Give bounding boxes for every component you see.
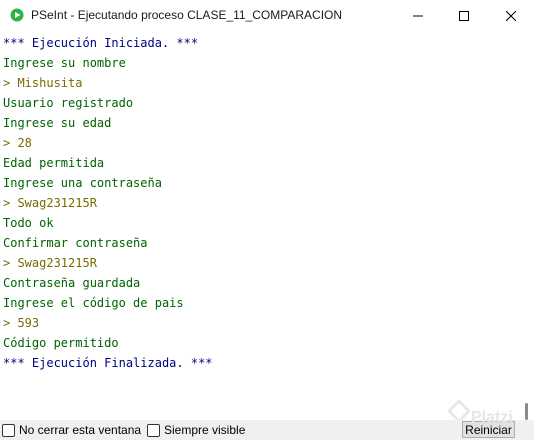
vertical-scrollbar[interactable] (519, 31, 534, 420)
checkbox-box[interactable] (147, 423, 160, 437)
console-line: Confirmar contraseña (3, 236, 148, 250)
minimize-button[interactable] (395, 0, 441, 31)
console-line: Ingrese el código de pais (3, 296, 184, 310)
platzi-logo-icon (448, 400, 470, 422)
console-line: Todo ok (3, 216, 54, 230)
no-cerrar-label[interactable]: No cerrar esta ventana (19, 423, 141, 437)
console-line: Ingrese su nombre (3, 56, 126, 70)
pseint-app-icon (10, 8, 24, 22)
console-line: > 28 (3, 136, 32, 150)
console-line: > Swag231215R (3, 196, 97, 210)
console-line: Ingrese su edad (3, 116, 112, 130)
minimize-icon (413, 15, 423, 16)
window-title: PSeInt - Ejecutando proceso CLASE_11_COM… (31, 8, 343, 22)
console-line: > Swag231215R (3, 256, 97, 270)
console-line: Ingrese una contraseña (3, 176, 162, 190)
console-line: *** Ejecución Finalizada. *** (3, 356, 213, 370)
siempre-visible-checkbox[interactable]: Siempre visible (147, 423, 245, 437)
console-line: *** Ejecución Iniciada. *** (3, 36, 199, 50)
close-button[interactable] (488, 0, 534, 31)
scrollbar-thumb[interactable] (525, 403, 528, 420)
close-icon (506, 10, 516, 21)
maximize-button[interactable] (441, 0, 487, 31)
console-line: > Mishusita (3, 76, 83, 90)
no-cerrar-checkbox[interactable]: No cerrar esta ventana (2, 423, 141, 437)
bottom-bar: No cerrar esta ventana Siempre visible R… (0, 420, 534, 440)
console-line: > 593 (3, 316, 40, 330)
console-line: Contraseña guardada (3, 276, 141, 290)
console-output[interactable]: *** Ejecución Iniciada. *** Ingrese su no… (0, 31, 519, 420)
maximize-icon (459, 10, 469, 21)
siempre-visible-label[interactable]: Siempre visible (164, 423, 245, 437)
checkbox-box[interactable] (2, 423, 15, 437)
console-line: Código permitido (3, 336, 119, 350)
console-line: Usuario registrado (3, 96, 134, 110)
platzi-watermark: Platzi (471, 409, 513, 426)
title-bar[interactable]: PSeInt - Ejecutando proceso CLASE_11_COM… (0, 0, 534, 31)
console-line: Edad permitida (3, 156, 105, 170)
